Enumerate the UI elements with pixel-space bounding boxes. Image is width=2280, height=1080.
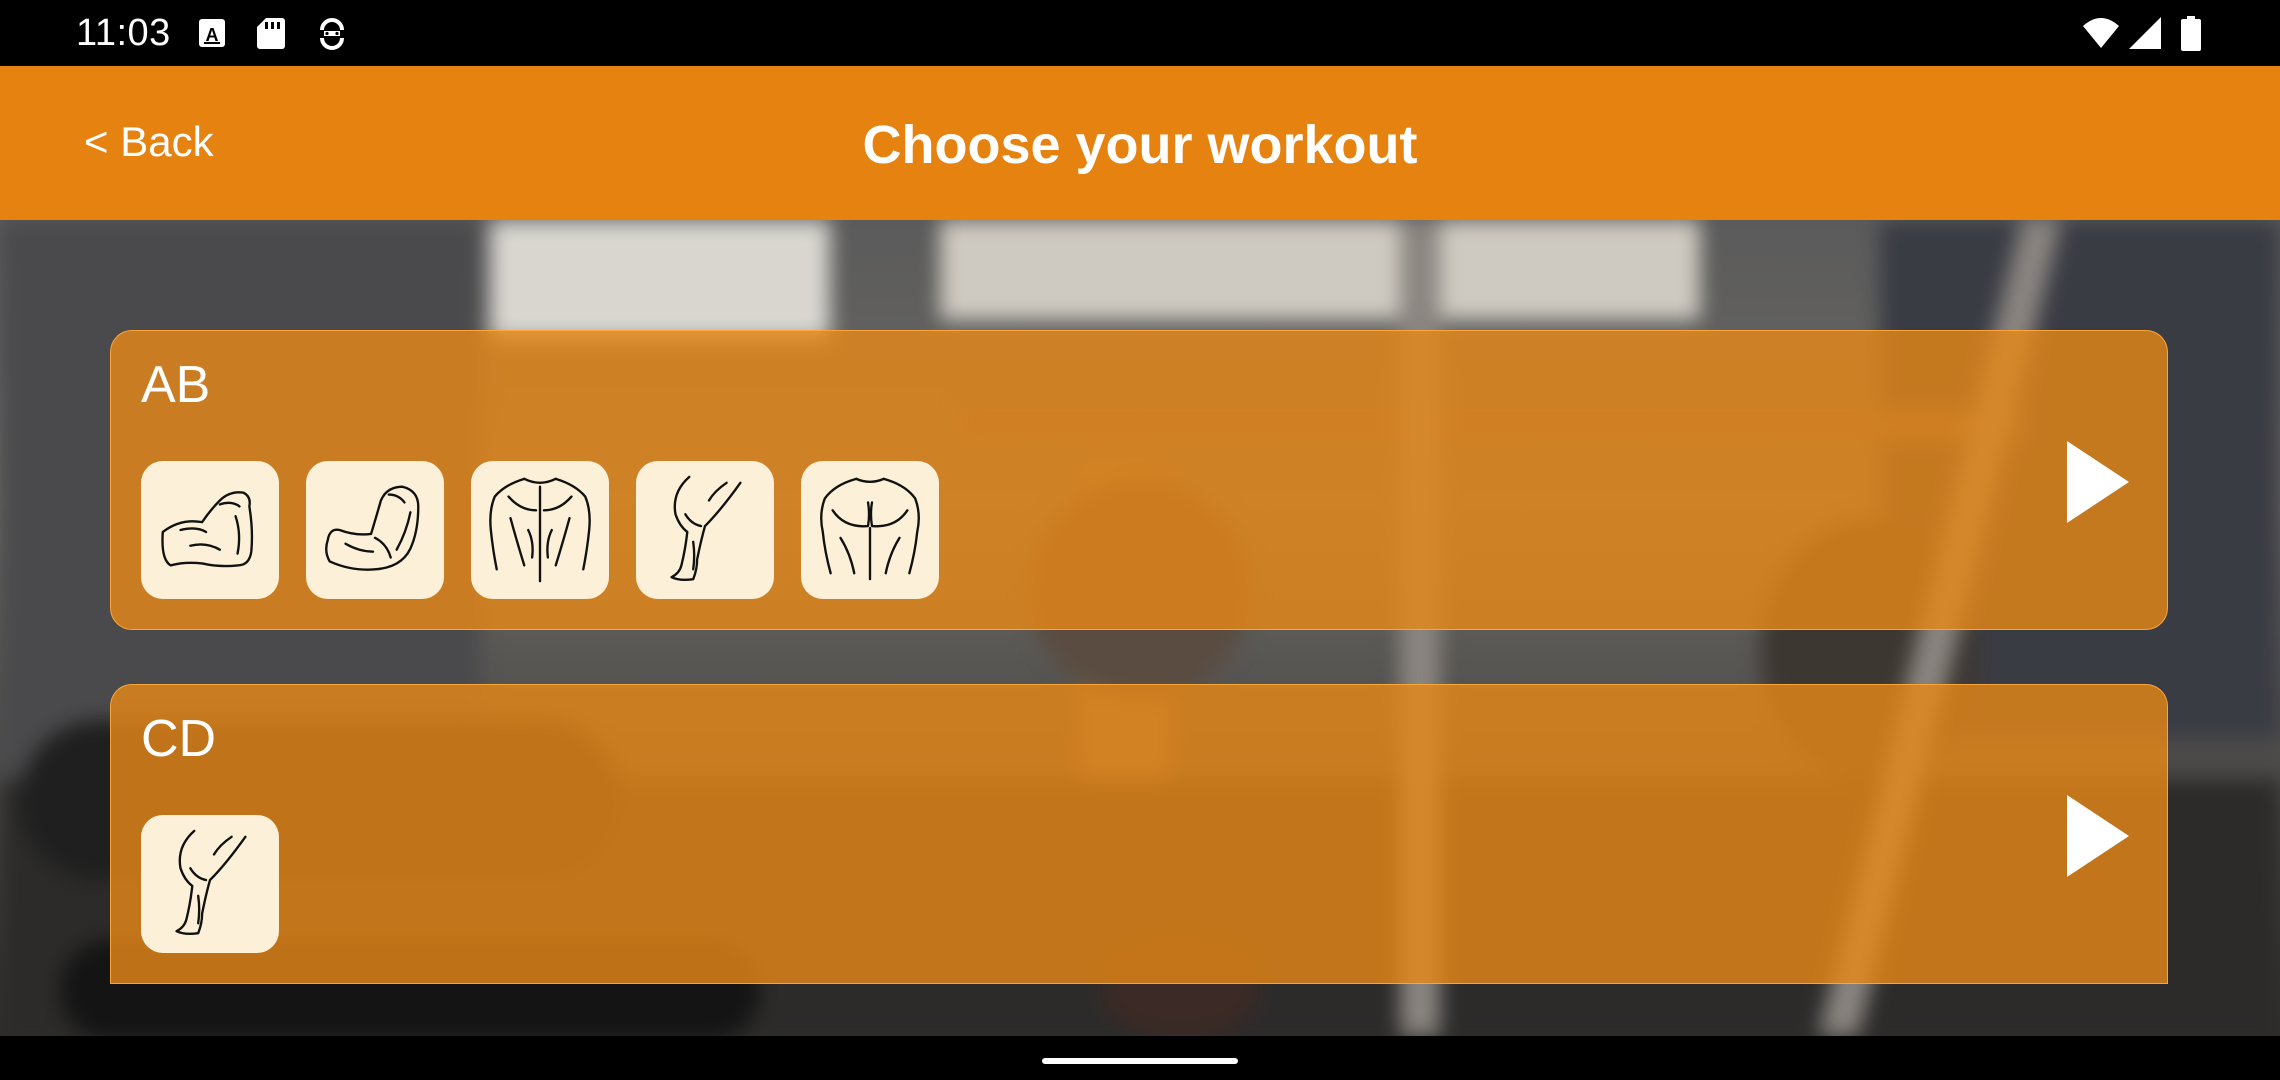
- battery-icon: [2181, 16, 2201, 51]
- arm-tile: [306, 461, 444, 599]
- home-gesture-handle[interactable]: [1042, 1058, 1238, 1064]
- back-tile: [471, 461, 609, 599]
- workout-list[interactable]: AB CD: [0, 220, 2280, 1036]
- leg-tile: [636, 461, 774, 599]
- system-nav-bar: [0, 1036, 2280, 1080]
- sd-card-icon: [257, 18, 285, 49]
- start-workout-play-button[interactable]: [2065, 439, 2131, 525]
- cell-signal-icon: [2129, 17, 2161, 49]
- chest-icon: [820, 477, 920, 581]
- leg-icon: [670, 475, 742, 581]
- arm-icon: [325, 485, 420, 571]
- muscle-group-list: [141, 815, 279, 953]
- workout-card-cd[interactable]: CD: [110, 684, 2168, 984]
- muscle-group-list: [141, 461, 939, 599]
- app-header: < Back Choose your workout: [0, 66, 2280, 220]
- status-time: 11:03: [76, 12, 171, 54]
- page-title: Choose your workout: [862, 115, 1418, 175]
- workout-card-ab[interactable]: AB: [110, 330, 2168, 630]
- leg-tile: [141, 815, 279, 953]
- biceps-icon: [161, 491, 254, 568]
- screen: 11:03 A < Back Choose your workout AB CD: [0, 0, 2280, 1080]
- start-workout-play-button[interactable]: [2065, 793, 2131, 879]
- biceps-tile: [141, 461, 279, 599]
- sync-icon: [320, 18, 344, 50]
- wifi-icon: [2083, 18, 2119, 48]
- workout-title: CD: [141, 710, 217, 768]
- workout-title: AB: [141, 356, 211, 414]
- chest-tile: [801, 461, 939, 599]
- back-icon: [489, 477, 591, 583]
- leg-icon: [175, 829, 247, 935]
- status-bar: 11:03 A: [0, 0, 2280, 66]
- a-text-notification-icon: A: [199, 19, 225, 47]
